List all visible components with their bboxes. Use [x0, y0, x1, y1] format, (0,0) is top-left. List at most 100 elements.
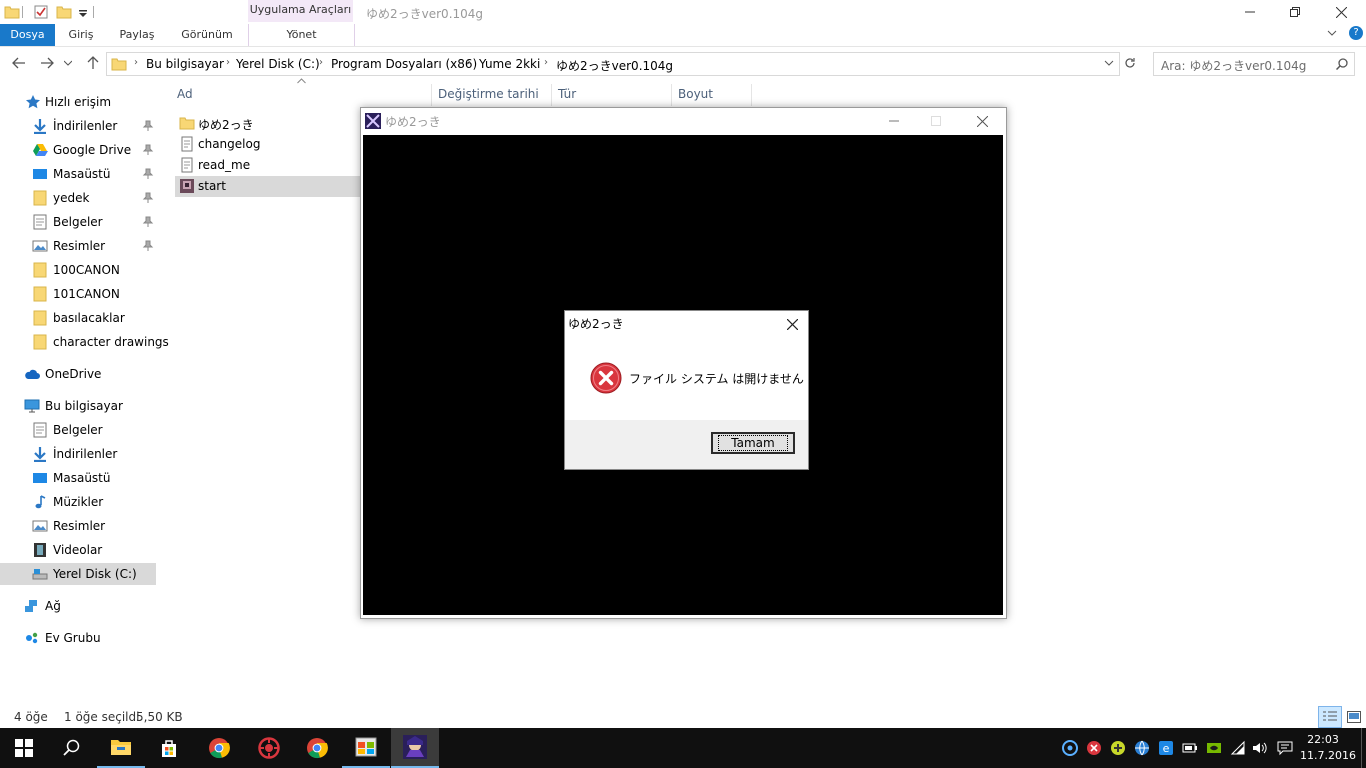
- dialog-close-button[interactable]: [783, 315, 801, 333]
- sidebar-item-downloads[interactable]: İndirilenler: [0, 115, 156, 137]
- tab-view[interactable]: Görünüm: [176, 24, 238, 46]
- tray-antivirus-icon[interactable]: [1086, 740, 1102, 756]
- properties-icon[interactable]: [33, 4, 49, 20]
- breadcrumb-item[interactable]: Yerel Disk (C:): [236, 57, 320, 71]
- sidebar-item-character-drawings[interactable]: character drawings: [0, 331, 169, 353]
- tray-globe-icon[interactable]: [1134, 740, 1150, 756]
- sidebar-item-homegroup[interactable]: Ev Grubu: [0, 627, 156, 649]
- chevron-down-icon: [64, 60, 72, 66]
- breadcrumb-item[interactable]: Yume 2kki: [479, 57, 540, 71]
- sidebar-item-pc-desktop[interactable]: Masaüstü: [0, 467, 156, 489]
- sidebar-item-basilacaklar[interactable]: basılacaklar: [0, 307, 156, 329]
- sidebar-item-label: 101CANON: [53, 287, 120, 301]
- tab-manage[interactable]: Yönet: [248, 24, 355, 46]
- game-close-button[interactable]: [967, 112, 997, 130]
- column-header-type[interactable]: Tür: [558, 87, 576, 101]
- close-button[interactable]: [1318, 0, 1364, 24]
- large-icons-view-icon: [1347, 711, 1361, 723]
- column-header-name[interactable]: Ad: [177, 87, 193, 101]
- recent-locations-button[interactable]: [62, 54, 74, 72]
- start-button[interactable]: [0, 728, 48, 768]
- nvidia-icon[interactable]: [1206, 740, 1222, 756]
- pin-icon[interactable]: [142, 192, 154, 204]
- column-divider[interactable]: [431, 84, 432, 106]
- sidebar-item-quick-access[interactable]: Hızlı erişim: [0, 91, 156, 113]
- column-divider[interactable]: [551, 84, 552, 106]
- action-center-icon[interactable]: [1277, 740, 1293, 756]
- details-view-button[interactable]: [1318, 706, 1342, 728]
- game-minimize-button[interactable]: [879, 112, 909, 130]
- sidebar-item-videos[interactable]: Videolar: [0, 539, 156, 561]
- clock[interactable]: 22:03 11.7.2016: [1300, 732, 1356, 764]
- refresh-button[interactable]: [1121, 54, 1139, 72]
- new-folder-icon[interactable]: [56, 4, 72, 20]
- back-button[interactable]: [10, 54, 28, 72]
- sidebar-item-local-disk[interactable]: Yerel Disk (C:): [0, 563, 156, 585]
- help-icon[interactable]: ?: [1349, 26, 1363, 40]
- column-divider[interactable]: [671, 84, 672, 106]
- file-row[interactable]: start: [175, 176, 360, 197]
- folder-icon[interactable]: [4, 4, 20, 20]
- pin-icon[interactable]: [142, 216, 154, 228]
- column-header-size[interactable]: Boyut: [678, 87, 713, 101]
- restore-button[interactable]: [1272, 0, 1318, 24]
- pin-icon[interactable]: [142, 168, 154, 180]
- ribbon-expand-button[interactable]: [1327, 28, 1337, 38]
- minimize-button[interactable]: [1227, 0, 1273, 24]
- sidebar-item-yedek[interactable]: yedek: [0, 187, 156, 209]
- sidebar-item-google-drive[interactable]: Google Drive: [0, 139, 156, 161]
- sidebar-item-network[interactable]: Ağ: [0, 595, 156, 617]
- pin-icon[interactable]: [142, 240, 154, 252]
- sidebar-item-this-pc[interactable]: Bu bilgisayar: [0, 395, 156, 417]
- pin-icon[interactable]: [142, 144, 154, 156]
- sidebar-item-101canon[interactable]: 101CANON: [0, 283, 156, 305]
- column-header-date[interactable]: Değiştirme tarihi: [438, 87, 539, 101]
- volume-icon[interactable]: [1252, 740, 1268, 756]
- drive-icon: [32, 569, 48, 580]
- file-row[interactable]: changelog: [175, 134, 360, 155]
- tab-share[interactable]: Paylaş: [112, 24, 162, 46]
- taskbar-file-explorer[interactable]: [97, 728, 145, 768]
- sidebar-item-documents[interactable]: Belgeler: [0, 211, 156, 233]
- column-divider[interactable]: [751, 84, 752, 106]
- taskbar-app-window[interactable]: [342, 728, 390, 768]
- file-row[interactable]: ゆめ2っき: [175, 113, 360, 134]
- taskbar-store[interactable]: [145, 728, 193, 768]
- breadcrumb-item[interactable]: Bu bilgisayar: [146, 57, 224, 71]
- tab-file[interactable]: Dosya: [0, 24, 55, 46]
- address-bar[interactable]: › Bu bilgisayar › Yerel Disk (C:) › Prog…: [106, 52, 1120, 76]
- chevron-up-icon: [297, 78, 306, 84]
- breadcrumb-item[interactable]: ゆめ2っきver0.104g: [556, 57, 673, 74]
- sidebar-item-desktop[interactable]: Masaüstü: [0, 163, 156, 185]
- forward-button[interactable]: [38, 54, 56, 72]
- tray-edge-icon[interactable]: e: [1158, 740, 1174, 756]
- sidebar-item-pictures[interactable]: Resimler: [0, 235, 156, 257]
- sidebar-item-pc-documents[interactable]: Belgeler: [0, 419, 156, 441]
- tab-home[interactable]: Giriş: [58, 24, 104, 46]
- show-desktop-button[interactable]: [1361, 728, 1366, 768]
- tray-plus-icon[interactable]: [1110, 740, 1126, 756]
- sidebar-item-onedrive[interactable]: OneDrive: [0, 363, 156, 385]
- up-button[interactable]: [84, 54, 102, 72]
- tray-app-icon[interactable]: [1062, 740, 1078, 756]
- customize-toolbar-icon[interactable]: [76, 4, 92, 20]
- large-icons-view-button[interactable]: [1343, 707, 1363, 727]
- sidebar-item-pc-downloads[interactable]: İndirilenler: [0, 443, 156, 465]
- file-row[interactable]: read_me: [175, 155, 360, 176]
- taskbar-app-red[interactable]: [245, 728, 293, 768]
- breadcrumb-item[interactable]: Program Dosyaları (x86): [331, 57, 477, 71]
- wifi-icon[interactable]: [1230, 740, 1246, 756]
- taskbar-chrome-2[interactable]: [293, 728, 341, 768]
- battery-icon[interactable]: [1182, 740, 1198, 756]
- search-button[interactable]: [48, 728, 96, 768]
- search-input[interactable]: Ara: ゆめ2っきver0.104g: [1153, 52, 1355, 76]
- sidebar-item-music[interactable]: Müzikler: [0, 491, 156, 513]
- taskbar-chrome[interactable]: [195, 728, 243, 768]
- ok-button[interactable]: Tamam: [711, 432, 795, 454]
- taskbar-game[interactable]: [391, 728, 439, 768]
- file-name: changelog: [198, 137, 261, 151]
- chevron-down-icon[interactable]: [1104, 60, 1114, 67]
- pin-icon[interactable]: [142, 120, 154, 132]
- sidebar-item-100canon[interactable]: 100CANON: [0, 259, 156, 281]
- sidebar-item-pc-pictures[interactable]: Resimler: [0, 515, 156, 537]
